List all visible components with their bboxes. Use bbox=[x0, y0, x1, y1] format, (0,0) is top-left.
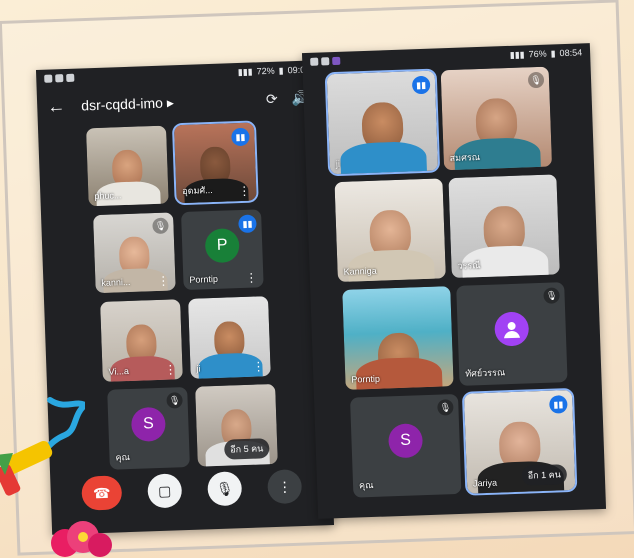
water-gun-decoration-icon bbox=[0, 397, 85, 496]
participant-name: สมศรณ bbox=[449, 152, 481, 164]
image-notification-icon bbox=[55, 74, 64, 83]
mic-off-icon: 🎙 bbox=[437, 399, 454, 416]
participant-tile[interactable]: ▮▮ อุดมศั... ⋮ bbox=[171, 120, 259, 206]
mic-off-icon: 🎙 bbox=[166, 392, 183, 409]
participant-tile[interactable]: P ▮▮ Porntip ⋮ bbox=[181, 209, 264, 291]
avatar bbox=[494, 311, 530, 347]
switch-camera-icon[interactable]: ⟳ bbox=[266, 90, 278, 107]
more-options-icon[interactable]: ⋮ bbox=[238, 184, 250, 198]
participant-name: ทัศย์วรรณ bbox=[465, 367, 506, 379]
participant-name: Porntip bbox=[189, 273, 219, 285]
flower-decoration-icon bbox=[51, 521, 112, 557]
more-options-icon[interactable]: ⋮ bbox=[252, 359, 264, 373]
end-call-button[interactable]: ☎ bbox=[81, 475, 123, 511]
participant-name: Kanniga bbox=[343, 265, 377, 277]
app-notification-icon bbox=[332, 56, 341, 66]
battery-level: 76% bbox=[528, 48, 547, 60]
notification-icons bbox=[310, 56, 341, 66]
participant-tile[interactable]: S 🎙 คุณ bbox=[107, 386, 190, 470]
speaking-indicator-icon: ▮▮ bbox=[238, 214, 257, 234]
participant-tile[interactable]: Porntip bbox=[342, 286, 454, 390]
more-options-button[interactable]: ⋮ bbox=[267, 469, 303, 505]
chat-notification-icon bbox=[66, 73, 75, 83]
participant-tile[interactable]: Kanniga bbox=[334, 178, 446, 283]
participant-tile[interactable]: 🎙 สมศรณ bbox=[440, 66, 553, 171]
others-count-badge[interactable]: อีก 1 คน bbox=[521, 464, 568, 486]
person-icon bbox=[504, 322, 521, 339]
participant-name: คุณ bbox=[115, 452, 131, 463]
participant-name: คุณ bbox=[358, 479, 374, 491]
participant-name: Porntip bbox=[351, 373, 381, 385]
participant-name: Vi...a bbox=[108, 366, 130, 377]
participant-tile[interactable]: S 🎙 คุณ bbox=[350, 393, 462, 498]
participant-name: Jariya bbox=[472, 477, 498, 489]
participant-tile[interactable]: วรรณี bbox=[448, 174, 560, 279]
participant-tile[interactable]: phuc... bbox=[86, 125, 169, 207]
participant-tile[interactable]: ▮▮ ji bbox=[324, 68, 441, 177]
participant-tile[interactable]: 🎙 ทัศย์วรรณ bbox=[456, 282, 568, 386]
participant-tile[interactable]: Vi...a ⋮ bbox=[100, 299, 183, 382]
message-notification-icon bbox=[321, 57, 330, 66]
signal-icon: ▮▮▮ bbox=[509, 48, 525, 60]
participant-name: phuc... bbox=[94, 190, 122, 202]
battery-level: 72% bbox=[256, 65, 275, 77]
participant-name: kanni... bbox=[101, 276, 131, 288]
meeting-code[interactable]: dsr-cqdd-imo ▸ bbox=[81, 91, 252, 114]
more-options-icon[interactable]: ⋮ bbox=[245, 270, 257, 284]
mic-off-icon: 🎙 bbox=[543, 287, 560, 304]
notification-icons bbox=[44, 73, 75, 83]
clock: 08:54 bbox=[559, 47, 583, 59]
right-phone-screen: ▮▮▮ 76% ▮ 08:54 ▮▮ ji 🎙 สมศรณ Kanniga วร… bbox=[301, 43, 607, 519]
signal-icon: ▮▮▮ bbox=[237, 66, 253, 77]
participant-name: วรรณี bbox=[457, 260, 481, 271]
participant-tile[interactable]: ji ⋮ bbox=[188, 296, 271, 379]
chevron-right-icon: ▸ bbox=[166, 93, 175, 111]
mic-off-button[interactable]: 🎙 bbox=[207, 471, 243, 507]
participant-name: ji bbox=[335, 158, 341, 170]
more-options-icon[interactable]: ⋮ bbox=[157, 274, 169, 288]
back-arrow-icon[interactable]: ← bbox=[47, 95, 72, 117]
avatar: P bbox=[204, 228, 240, 264]
battery-icon: ▮ bbox=[550, 47, 556, 58]
chat-notification-icon bbox=[310, 57, 319, 66]
others-count-badge[interactable]: อีก 5 คน bbox=[223, 438, 270, 460]
avatar: S bbox=[130, 406, 166, 442]
more-options-icon[interactable]: ⋮ bbox=[164, 362, 176, 376]
participant-tile[interactable]: ▮▮ Jariya อีก 1 คน bbox=[461, 387, 578, 496]
call-controls: ☎ ▢ 🎙 ⋮ bbox=[50, 463, 333, 517]
participant-name: อุดมศั... bbox=[182, 184, 213, 197]
avatar: S bbox=[387, 423, 424, 459]
battery-icon: ▮ bbox=[278, 64, 284, 76]
participant-tile[interactable]: 🎙 kanni... ⋮ bbox=[93, 212, 176, 294]
participant-tile[interactable]: อีก 5 คน bbox=[195, 383, 278, 467]
app-notification-icon bbox=[44, 74, 53, 83]
camera-off-button[interactable]: ▢ bbox=[147, 473, 183, 509]
participant-name: ji bbox=[196, 363, 201, 374]
